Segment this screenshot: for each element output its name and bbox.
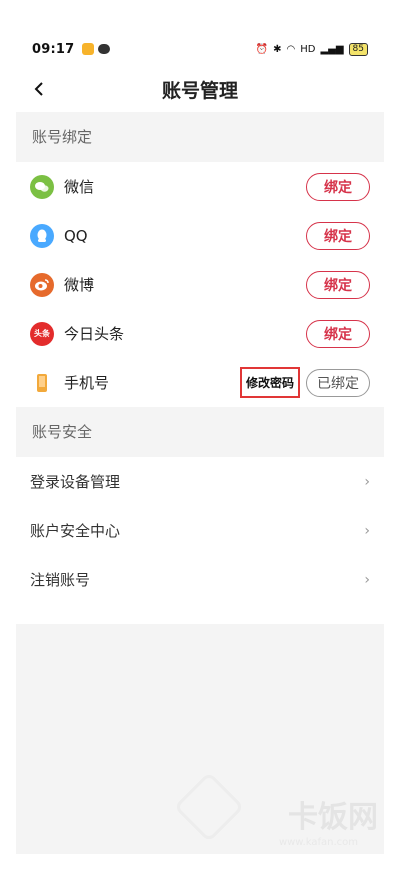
chevron-right-icon: › <box>364 571 370 588</box>
binding-row-wechat: 微信 绑定 <box>16 162 384 211</box>
chevron-left-icon[interactable] <box>24 74 54 104</box>
section-title-binding: 账号绑定 <box>16 112 384 162</box>
bluetooth-icon: ✱ <box>273 43 282 55</box>
wechat-icon <box>30 174 54 199</box>
binding-label: 微信 <box>64 178 95 196</box>
alarm-icon: ⏰ <box>255 43 269 55</box>
wechat-notification-icon <box>98 44 111 54</box>
security-item-cancel-account[interactable]: 注销账号 › <box>16 555 384 604</box>
binding-list: 微信 绑定 QQ 绑定 微博 绑定 头条 今日头条 绑定 手机号 修改密码 已绑… <box>16 162 384 407</box>
bind-wechat-button[interactable]: 绑定 <box>306 172 370 201</box>
page-header: 账号管理 <box>16 66 384 112</box>
chevron-right-icon: › <box>364 522 370 539</box>
binding-row-qq: QQ 绑定 <box>16 211 384 260</box>
list-spacer <box>16 604 384 624</box>
toutiao-icon: 头条 <box>30 321 54 346</box>
bound-status-badge: 已绑定 <box>306 368 370 397</box>
status-bar: 09:17 ⏰ ✱ ◠ HD ▂▄▆ 85 <box>16 32 384 66</box>
binding-label: QQ <box>64 226 88 245</box>
weibo-icon <box>30 272 54 297</box>
watermark-logo-icon <box>173 771 245 843</box>
phone-icon <box>30 371 54 395</box>
binding-label: 手机号 <box>64 374 110 392</box>
security-item-account-center[interactable]: 账户安全中心 › <box>16 506 384 555</box>
wifi-icon: ◠ <box>286 43 296 55</box>
chevron-right-icon: › <box>364 473 370 490</box>
binding-label: 微博 <box>64 276 95 294</box>
binding-row-phone: 手机号 修改密码 已绑定 <box>16 358 384 407</box>
binding-label: 今日头条 <box>64 325 125 343</box>
security-item-label: 账户安全中心 <box>30 522 121 540</box>
modify-password-button[interactable]: 修改密码 <box>239 367 300 398</box>
binding-row-weibo: 微博 绑定 <box>16 260 384 309</box>
watermark-subtext: www.kafan.com <box>278 837 358 848</box>
status-time: 09:17 <box>32 41 75 57</box>
signal-icon: ▂▄▆ <box>320 43 344 55</box>
app-notification-icon <box>82 43 95 55</box>
phone-screen: 09:17 ⏰ ✱ ◠ HD ▂▄▆ 85 账号管理 账号绑定 微信 绑定 QQ… <box>16 32 384 854</box>
hd-icon: HD <box>300 43 316 55</box>
bind-qq-button[interactable]: 绑定 <box>306 221 370 250</box>
bind-toutiao-button[interactable]: 绑定 <box>306 319 370 348</box>
watermark-text: 卡饭网 <box>288 800 378 835</box>
bind-weibo-button[interactable]: 绑定 <box>306 270 370 299</box>
battery-icon: 85 <box>348 42 368 56</box>
section-title-security: 账号安全 <box>16 407 384 457</box>
binding-row-toutiao: 头条 今日头条 绑定 <box>16 309 384 358</box>
security-item-login-devices[interactable]: 登录设备管理 › <box>16 457 384 506</box>
page-title: 账号管理 <box>161 79 238 102</box>
security-item-label: 登录设备管理 <box>30 473 121 491</box>
security-item-label: 注销账号 <box>30 571 91 589</box>
qq-icon <box>30 223 54 248</box>
security-list: 登录设备管理 › 账户安全中心 › 注销账号 › <box>16 457 384 624</box>
